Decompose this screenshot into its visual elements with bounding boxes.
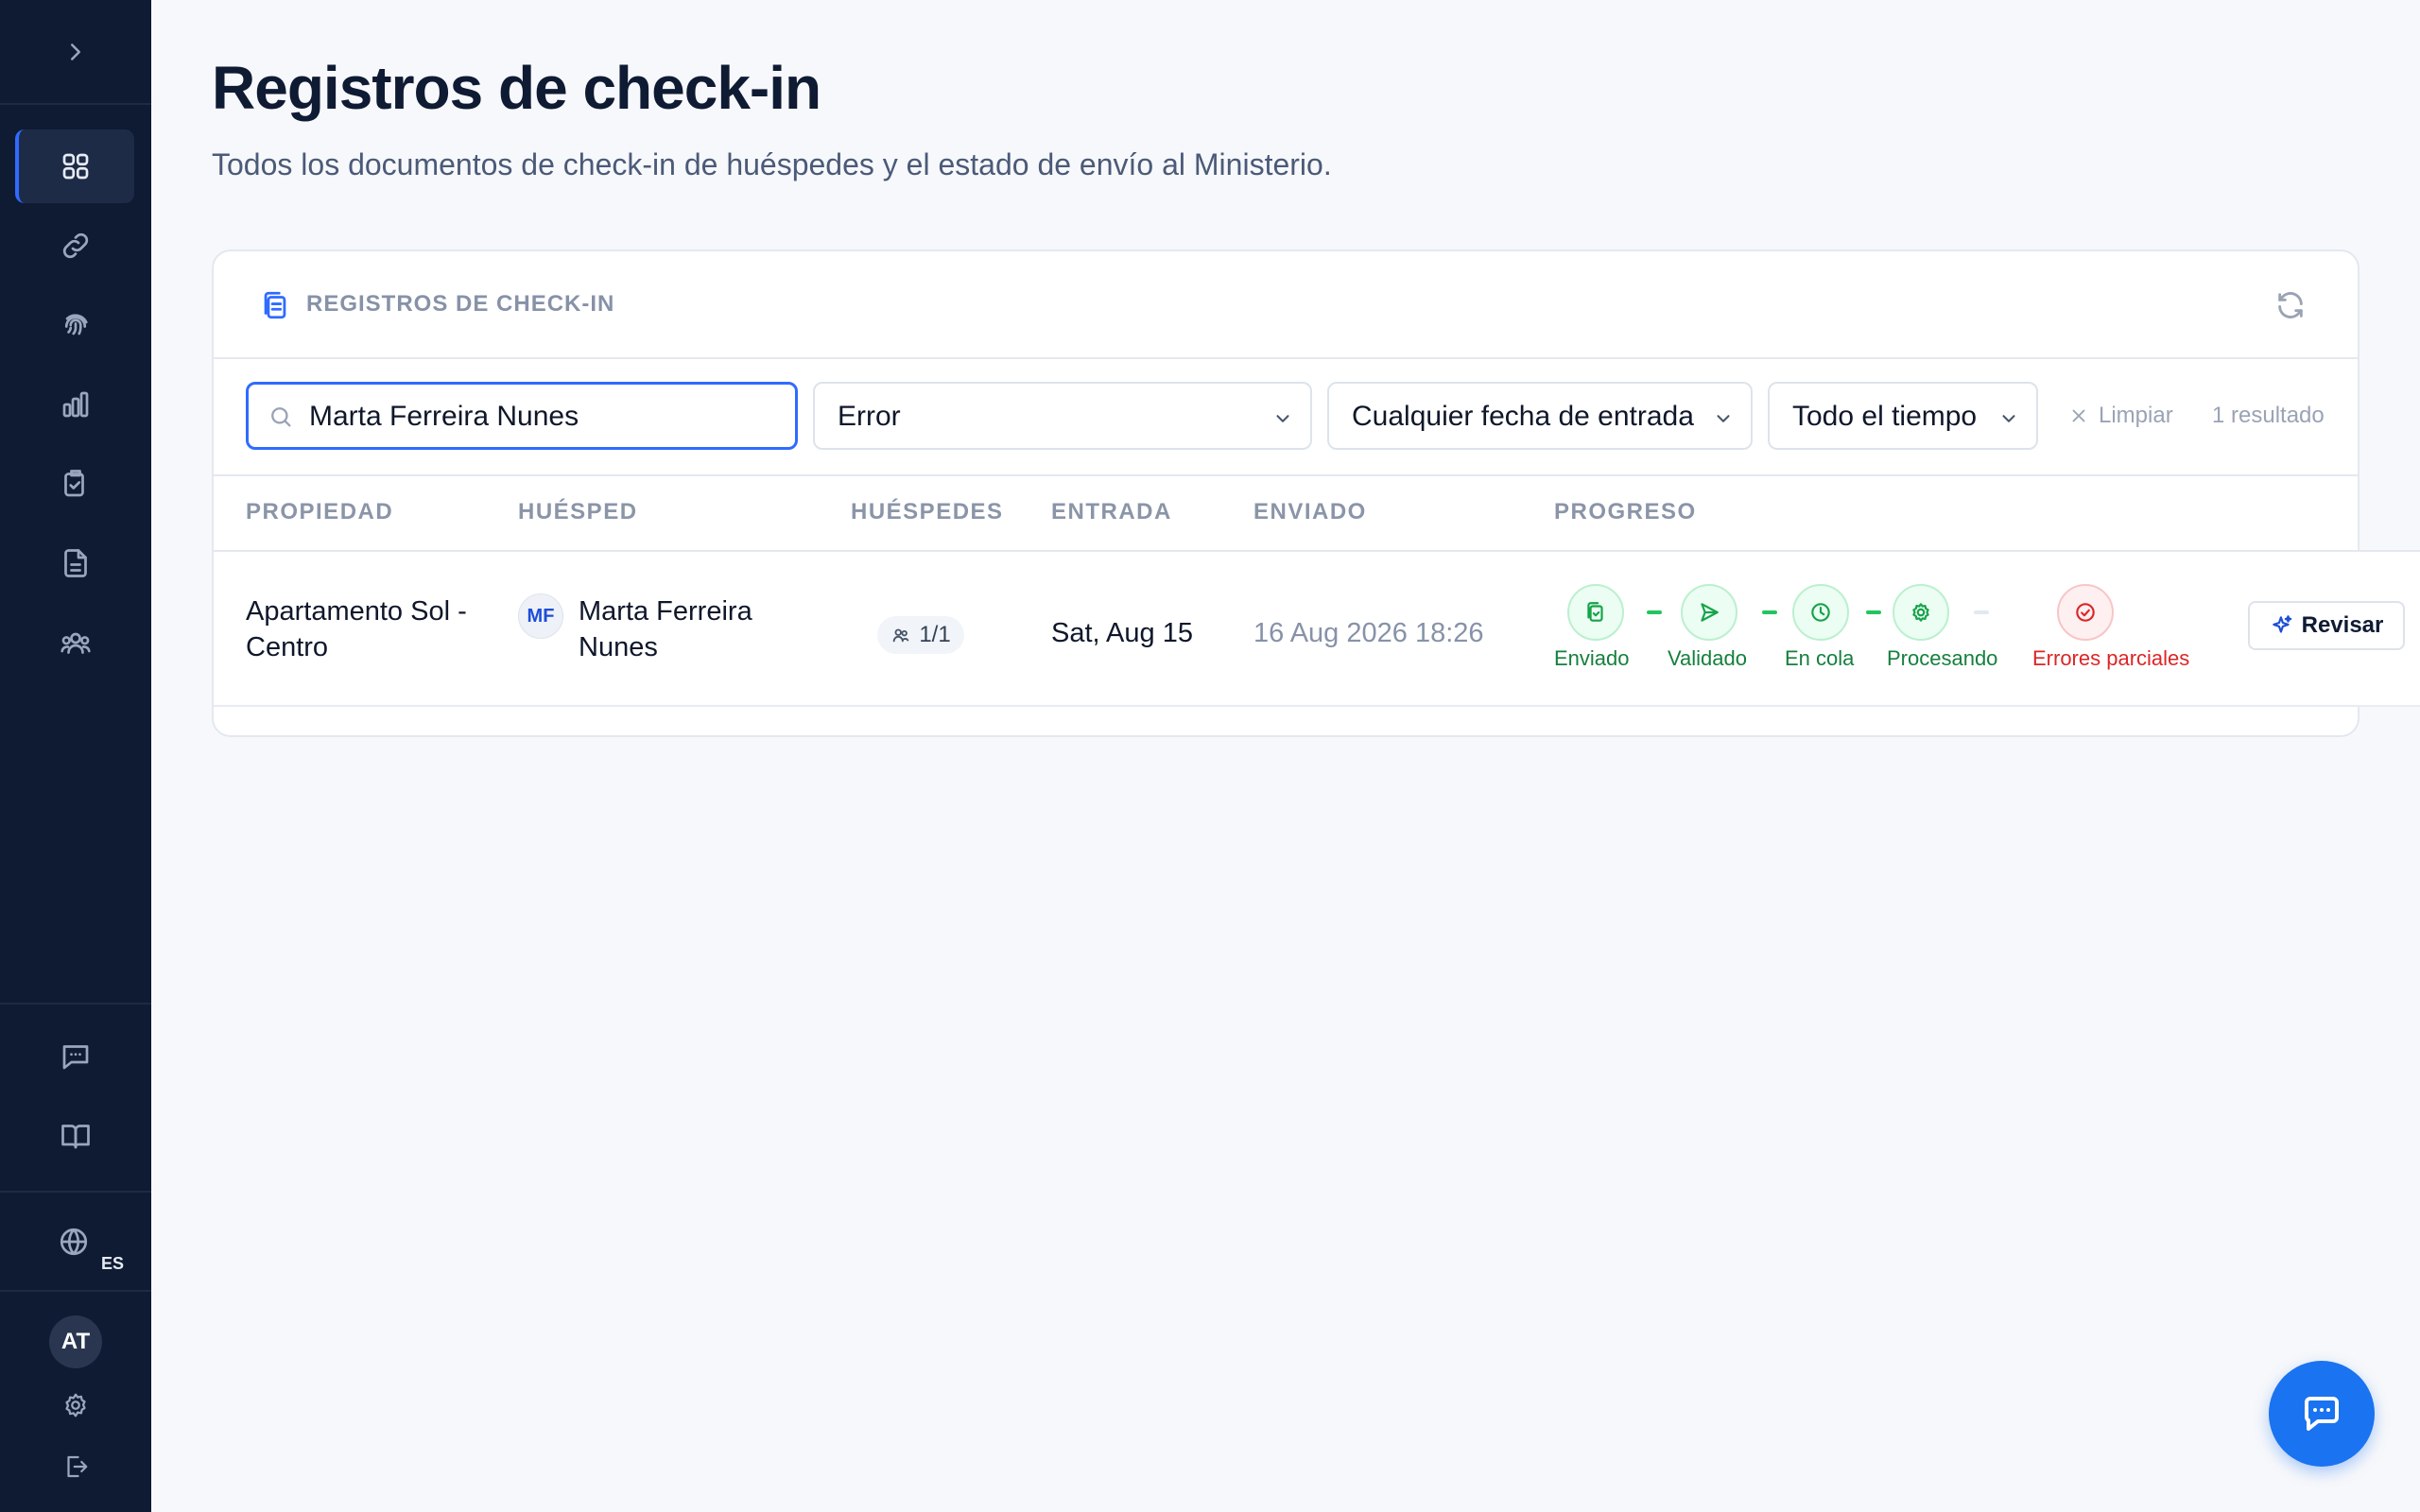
card-title: REGISTROS DE CHECK-IN	[306, 291, 615, 317]
progress-step-label: Errores parciales	[2032, 646, 2190, 670]
progress-step-label: En cola	[1785, 646, 1855, 670]
guest-count-value: 1/1	[919, 622, 951, 647]
progress-step-queued	[1792, 584, 1849, 641]
review-button-label: Revisar	[2301, 612, 2384, 638]
progress-step-partial-errors	[2057, 584, 2114, 641]
sidebar-divider	[0, 1191, 151, 1193]
guest-count-badge: 1/1	[877, 616, 964, 654]
progress-connector	[1866, 610, 1881, 614]
sidebar-item-links[interactable]	[0, 212, 151, 280]
chevron-down-icon	[1276, 415, 1289, 422]
page-title: Registros de check-in	[212, 54, 821, 122]
progress-step-validated	[1681, 584, 1737, 641]
gear-icon	[1912, 603, 1929, 622]
page-subtitle: Todos los documentos de check-in de hués…	[212, 147, 1332, 181]
period-select[interactable]: Todo el tiempo	[1768, 382, 2038, 450]
globe-icon	[60, 1228, 88, 1256]
clipboard-copy-icon	[264, 291, 286, 319]
search-icon	[271, 407, 291, 427]
progress-connector	[1762, 610, 1777, 614]
chevron-down-icon	[1717, 415, 1730, 422]
logout-icon	[67, 1455, 88, 1478]
sparkles-icon	[2272, 615, 2291, 633]
entry-date-select-value: Cualquier fecha de entrada	[1352, 401, 1694, 432]
sidebar-item-stats[interactable]	[0, 370, 151, 438]
period-select-value: Todo el tiempo	[1792, 401, 1978, 432]
bar-chart-icon	[62, 391, 89, 418]
users-icon	[60, 632, 91, 654]
table-row[interactable]: Apartamento Sol - Centro MF Marta Ferrei…	[214, 552, 2420, 707]
sidebar-item-checkin[interactable]	[0, 450, 151, 518]
progress-step-processing	[1893, 584, 1949, 641]
close-icon	[2072, 409, 2085, 422]
clipboard-copy-icon	[1587, 602, 1603, 622]
sidebar-item-dashboard[interactable]	[0, 132, 151, 200]
search-input[interactable]	[309, 398, 782, 436]
sidebar: ES AT	[0, 0, 151, 1512]
column-header-entry: ENTRADA	[1051, 499, 1172, 524]
chat-icon	[2305, 1397, 2339, 1431]
document-icon	[64, 549, 87, 577]
progress-connector	[1647, 610, 1662, 614]
column-header-guests: HUÉSPEDES	[851, 499, 1004, 524]
status-select[interactable]: Error	[813, 382, 1312, 450]
progress-step-sent	[1567, 584, 1624, 641]
card-header: REGISTROS DE CHECK-IN	[214, 251, 2358, 359]
entry-date-select[interactable]: Cualquier fecha de entrada	[1327, 382, 1753, 450]
filters-bar: Error Cualquier fecha de entrada Todo el…	[214, 359, 2358, 476]
progress-connector	[1974, 610, 1989, 614]
gear-icon	[65, 1393, 86, 1418]
result-count: 1 resultado	[2212, 403, 2325, 428]
sidebar-item-help[interactable]	[0, 1102, 151, 1170]
refresh-icon[interactable]	[2274, 289, 2307, 321]
fingerprint-icon	[64, 314, 88, 335]
check-circle-icon	[2076, 603, 2095, 622]
review-button[interactable]: Revisar	[2248, 601, 2405, 650]
column-header-sent: ENVIADO	[1253, 499, 1367, 524]
clear-filters-label: Limpiar	[2099, 403, 2173, 428]
sidebar-item-identity[interactable]	[0, 291, 151, 359]
sidebar-divider	[0, 1290, 151, 1292]
column-header-property: PROPIEDAD	[246, 499, 394, 524]
sidebar-item-documents[interactable]	[0, 529, 151, 597]
guest-avatar: MF	[518, 593, 563, 639]
dashboard-icon	[62, 153, 89, 180]
progress-step-label: Validado	[1668, 646, 1747, 670]
book-icon	[61, 1125, 90, 1149]
chevron-down-icon	[2002, 415, 2015, 422]
language-label: ES	[101, 1254, 125, 1273]
checkin-records-card: REGISTROS DE CHECK-IN Error Cualquier fe…	[212, 249, 2420, 737]
search-field[interactable]	[246, 382, 798, 450]
users-icon	[893, 628, 909, 643]
link-icon	[62, 232, 89, 259]
expand-chevron-icon[interactable]	[61, 38, 90, 66]
cell-sent-date: 16 Aug 2026 18:26	[1253, 618, 1484, 648]
chat-fab-button[interactable]	[2269, 1361, 2375, 1467]
clear-filters-button[interactable]: Limpiar	[2068, 403, 2173, 429]
column-header-guest: HUÉSPED	[518, 499, 638, 524]
clock-icon	[1811, 603, 1830, 622]
language-switcher[interactable]	[0, 1208, 149, 1276]
sidebar-item-team[interactable]	[0, 609, 151, 677]
cell-guest-name: Marta Ferreira Nunes	[579, 596, 752, 662]
sidebar-item-settings[interactable]	[0, 1371, 151, 1439]
cell-property: Apartamento Sol - Centro	[246, 596, 467, 662]
sidebar-divider	[0, 1003, 151, 1005]
progress-step-label: Procesando	[1887, 646, 1998, 670]
clipboard-check-icon	[64, 470, 84, 497]
cell-entry-date: Sat, Aug 15	[1051, 618, 1193, 648]
chat-icon	[62, 1045, 89, 1070]
column-header-progress: PROGRESO	[1554, 499, 1697, 524]
sidebar-item-messages[interactable]	[0, 1022, 151, 1091]
send-icon	[1701, 603, 1719, 622]
status-select-value: Error	[838, 401, 901, 432]
progress-step-label: Enviado	[1554, 646, 1630, 670]
user-avatar[interactable]: AT	[49, 1315, 102, 1368]
sidebar-item-logout[interactable]	[0, 1433, 151, 1501]
sidebar-toggle[interactable]	[0, 0, 151, 105]
